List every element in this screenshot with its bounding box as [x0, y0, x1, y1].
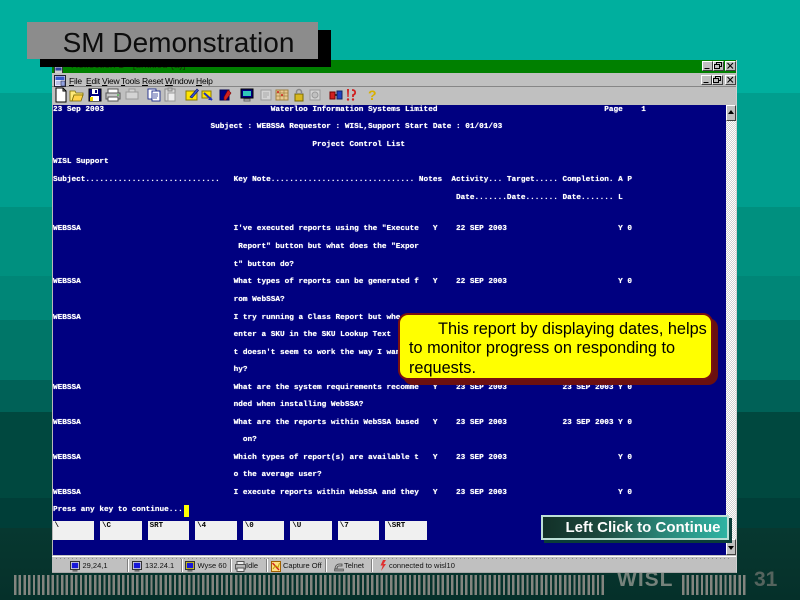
svg-text:?: ? — [368, 87, 377, 103]
